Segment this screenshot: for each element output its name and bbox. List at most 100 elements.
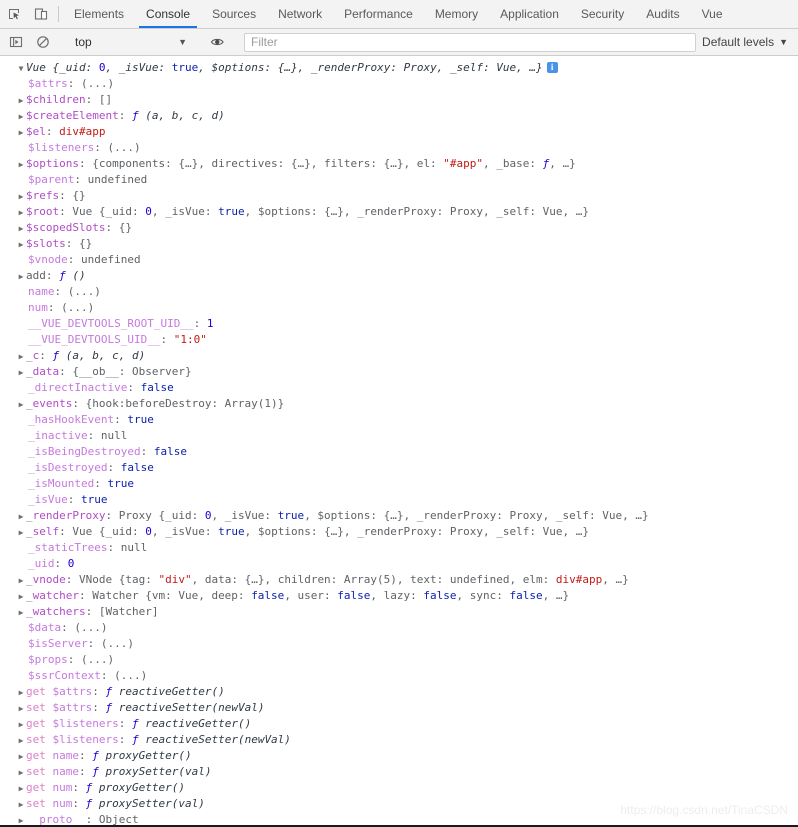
chevron-right-icon[interactable]: ▶	[16, 509, 26, 525]
console-object-row[interactable]: name: (...)	[0, 284, 798, 300]
console-object-row[interactable]: __VUE_DEVTOOLS_UID__: "1:0"	[0, 332, 798, 348]
console-object-row[interactable]: ▶ _data: {__ob__: Observer}	[0, 364, 798, 380]
console-object-row[interactable]: ▶ set num: ƒ proxySetter(val)	[0, 796, 798, 812]
console-object-row[interactable]: $props: (...)	[0, 652, 798, 668]
chevron-right-icon[interactable]: ▶	[16, 93, 26, 109]
chevron-right-icon[interactable]: ▶	[16, 365, 26, 381]
console-object-row[interactable]: _isMounted: true	[0, 476, 798, 492]
console-object-row[interactable]: ▶ $scopedSlots: {}	[0, 220, 798, 236]
chevron-right-icon[interactable]: ▶	[16, 717, 26, 733]
console-token: :	[118, 109, 132, 122]
filter-input[interactable]	[244, 32, 697, 52]
console-object-row[interactable]: ▶ _renderProxy: Proxy {_uid: 0, _isVue: t…	[0, 508, 798, 524]
tab-security[interactable]: Security	[570, 0, 635, 28]
tab-application[interactable]: Application	[489, 0, 570, 28]
console-sidebar-icon[interactable]	[2, 35, 29, 49]
console-object-row[interactable]: ▶ $createElement: ƒ (a, b, c, d)	[0, 108, 798, 124]
console-object-row[interactable]: ▶ _self: Vue {_uid: 0, _isVue: true, $opt…	[0, 524, 798, 540]
tab-sources[interactable]: Sources	[201, 0, 267, 28]
console-object-row[interactable]: $ssrContext: (...)	[0, 668, 798, 684]
chevron-right-icon[interactable]: ▶	[16, 237, 26, 253]
console-object-row[interactable]: ▶ _watchers: [Watcher]	[0, 604, 798, 620]
console-object-row[interactable]: ▶ _watcher: Watcher {vm: Vue, deep: false…	[0, 588, 798, 604]
console-token: :	[105, 221, 119, 234]
console-object-row[interactable]: _isBeingDestroyed: false	[0, 444, 798, 460]
chevron-right-icon[interactable]: ▶	[16, 205, 26, 221]
console-object-row[interactable]: ▶ set name: ƒ proxySetter(val)	[0, 764, 798, 780]
console-object-row[interactable]: ▶ get name: ƒ proxyGetter()	[0, 748, 798, 764]
chevron-right-icon[interactable]: ▶	[16, 349, 26, 365]
tab-console[interactable]: Console	[135, 0, 201, 28]
clear-console-icon[interactable]	[29, 35, 56, 49]
console-object-row[interactable]: ▶ _c: ƒ (a, b, c, d)	[0, 348, 798, 364]
chevron-right-icon[interactable]: ▶	[16, 109, 26, 125]
console-output-panel[interactable]: ▼ Vue {_uid: 0, _isVue: true, $options: {…	[0, 56, 798, 827]
console-object-row[interactable]: _directInactive: false	[0, 380, 798, 396]
console-token: {components: {…}, directives: {…}, filte…	[92, 157, 444, 170]
console-object-row[interactable]: __VUE_DEVTOOLS_ROOT_UID__: 1	[0, 316, 798, 332]
info-icon[interactable]: i	[546, 61, 558, 73]
chevron-right-icon[interactable]: ▶	[16, 125, 26, 141]
chevron-right-icon[interactable]: ▶	[16, 701, 26, 717]
chevron-right-icon[interactable]: ▶	[16, 733, 26, 749]
execution-context-label: top	[75, 35, 92, 49]
console-object-row[interactable]: $parent: undefined	[0, 172, 798, 188]
device-toolbar-icon[interactable]	[27, 0, 54, 28]
console-object-row[interactable]: _staticTrees: null	[0, 540, 798, 556]
chevron-right-icon[interactable]: ▶	[16, 573, 26, 589]
console-object-row[interactable]: _isDestroyed: false	[0, 460, 798, 476]
tab-vue[interactable]: Vue	[691, 0, 734, 28]
console-object-row[interactable]: ▼ Vue {_uid: 0, _isVue: true, $options: {…	[0, 60, 798, 76]
tab-performance[interactable]: Performance	[333, 0, 424, 28]
console-object-row[interactable]: ▶ $root: Vue {_uid: 0, _isVue: true, $opt…	[0, 204, 798, 220]
chevron-right-icon[interactable]: ▶	[16, 605, 26, 621]
live-expression-eye-icon[interactable]	[204, 35, 231, 49]
chevron-right-icon[interactable]: ▶	[16, 749, 26, 765]
console-object-row[interactable]: ▶ _events: {hook:beforeDestroy: Array(1)}	[0, 396, 798, 412]
chevron-right-icon[interactable]: ▶	[16, 685, 26, 701]
tab-elements[interactable]: Elements	[63, 0, 135, 28]
chevron-right-icon[interactable]: ▶	[16, 397, 26, 413]
chevron-right-icon[interactable]: ▶	[16, 269, 26, 285]
console-object-row[interactable]: ▶ get $attrs: ƒ reactiveGetter()	[0, 684, 798, 700]
console-object-row[interactable]: ▶ get num: ƒ proxyGetter()	[0, 780, 798, 796]
chevron-down-icon[interactable]: ▼	[16, 61, 26, 77]
chevron-right-icon[interactable]: ▶	[16, 189, 26, 205]
tab-memory[interactable]: Memory	[424, 0, 489, 28]
console-object-row[interactable]: ▶ get $listeners: ƒ reactiveGetter()	[0, 716, 798, 732]
console-object-row[interactable]: $listeners: (...)	[0, 140, 798, 156]
console-object-row[interactable]: ▶ $options: {components: {…}, directives:…	[0, 156, 798, 172]
console-object-row[interactable]: _isVue: true	[0, 492, 798, 508]
console-object-row[interactable]: $data: (...)	[0, 620, 798, 636]
log-levels-dropdown[interactable]: Default levels ▼	[702, 35, 798, 49]
console-object-row[interactable]: _inactive: null	[0, 428, 798, 444]
inspect-element-icon[interactable]	[0, 0, 27, 28]
console-object-row[interactable]: ▶ $slots: {}	[0, 236, 798, 252]
chevron-right-icon[interactable]: ▶	[16, 525, 26, 541]
console-object-row[interactable]: _uid: 0	[0, 556, 798, 572]
console-object-row[interactable]: num: (...)	[0, 300, 798, 316]
console-token: :	[100, 669, 115, 682]
console-token: get	[26, 749, 53, 762]
console-object-row[interactable]: ▶ add: ƒ ()	[0, 268, 798, 284]
chevron-right-icon[interactable]: ▶	[16, 157, 26, 173]
chevron-right-icon[interactable]: ▶	[16, 765, 26, 781]
console-object-row[interactable]: ▶ $refs: {}	[0, 188, 798, 204]
console-object-row[interactable]: ▶ _vnode: VNode {tag: "div", data: {…}, c…	[0, 572, 798, 588]
console-object-row[interactable]: $vnode: undefined	[0, 252, 798, 268]
console-object-row[interactable]: ▶ set $listeners: ƒ reactiveSetter(newVal…	[0, 732, 798, 748]
chevron-right-icon[interactable]: ▶	[16, 221, 26, 237]
chevron-right-icon[interactable]: ▶	[16, 797, 26, 813]
console-object-row[interactable]: ▶ $children: []	[0, 92, 798, 108]
console-filter-bar: top ▼ Default levels ▼	[0, 29, 798, 56]
console-object-row[interactable]: $isServer: (...)	[0, 636, 798, 652]
tab-audits[interactable]: Audits	[635, 0, 690, 28]
console-object-row[interactable]: ▶ set $attrs: ƒ reactiveSetter(newVal)	[0, 700, 798, 716]
console-object-row[interactable]: ▶ $el: div#app	[0, 124, 798, 140]
console-object-row[interactable]: $attrs: (...)	[0, 76, 798, 92]
execution-context-selector[interactable]: top ▼	[65, 35, 195, 49]
tab-network[interactable]: Network	[267, 0, 333, 28]
chevron-right-icon[interactable]: ▶	[16, 589, 26, 605]
chevron-right-icon[interactable]: ▶	[16, 781, 26, 797]
console-object-row[interactable]: _hasHookEvent: true	[0, 412, 798, 428]
